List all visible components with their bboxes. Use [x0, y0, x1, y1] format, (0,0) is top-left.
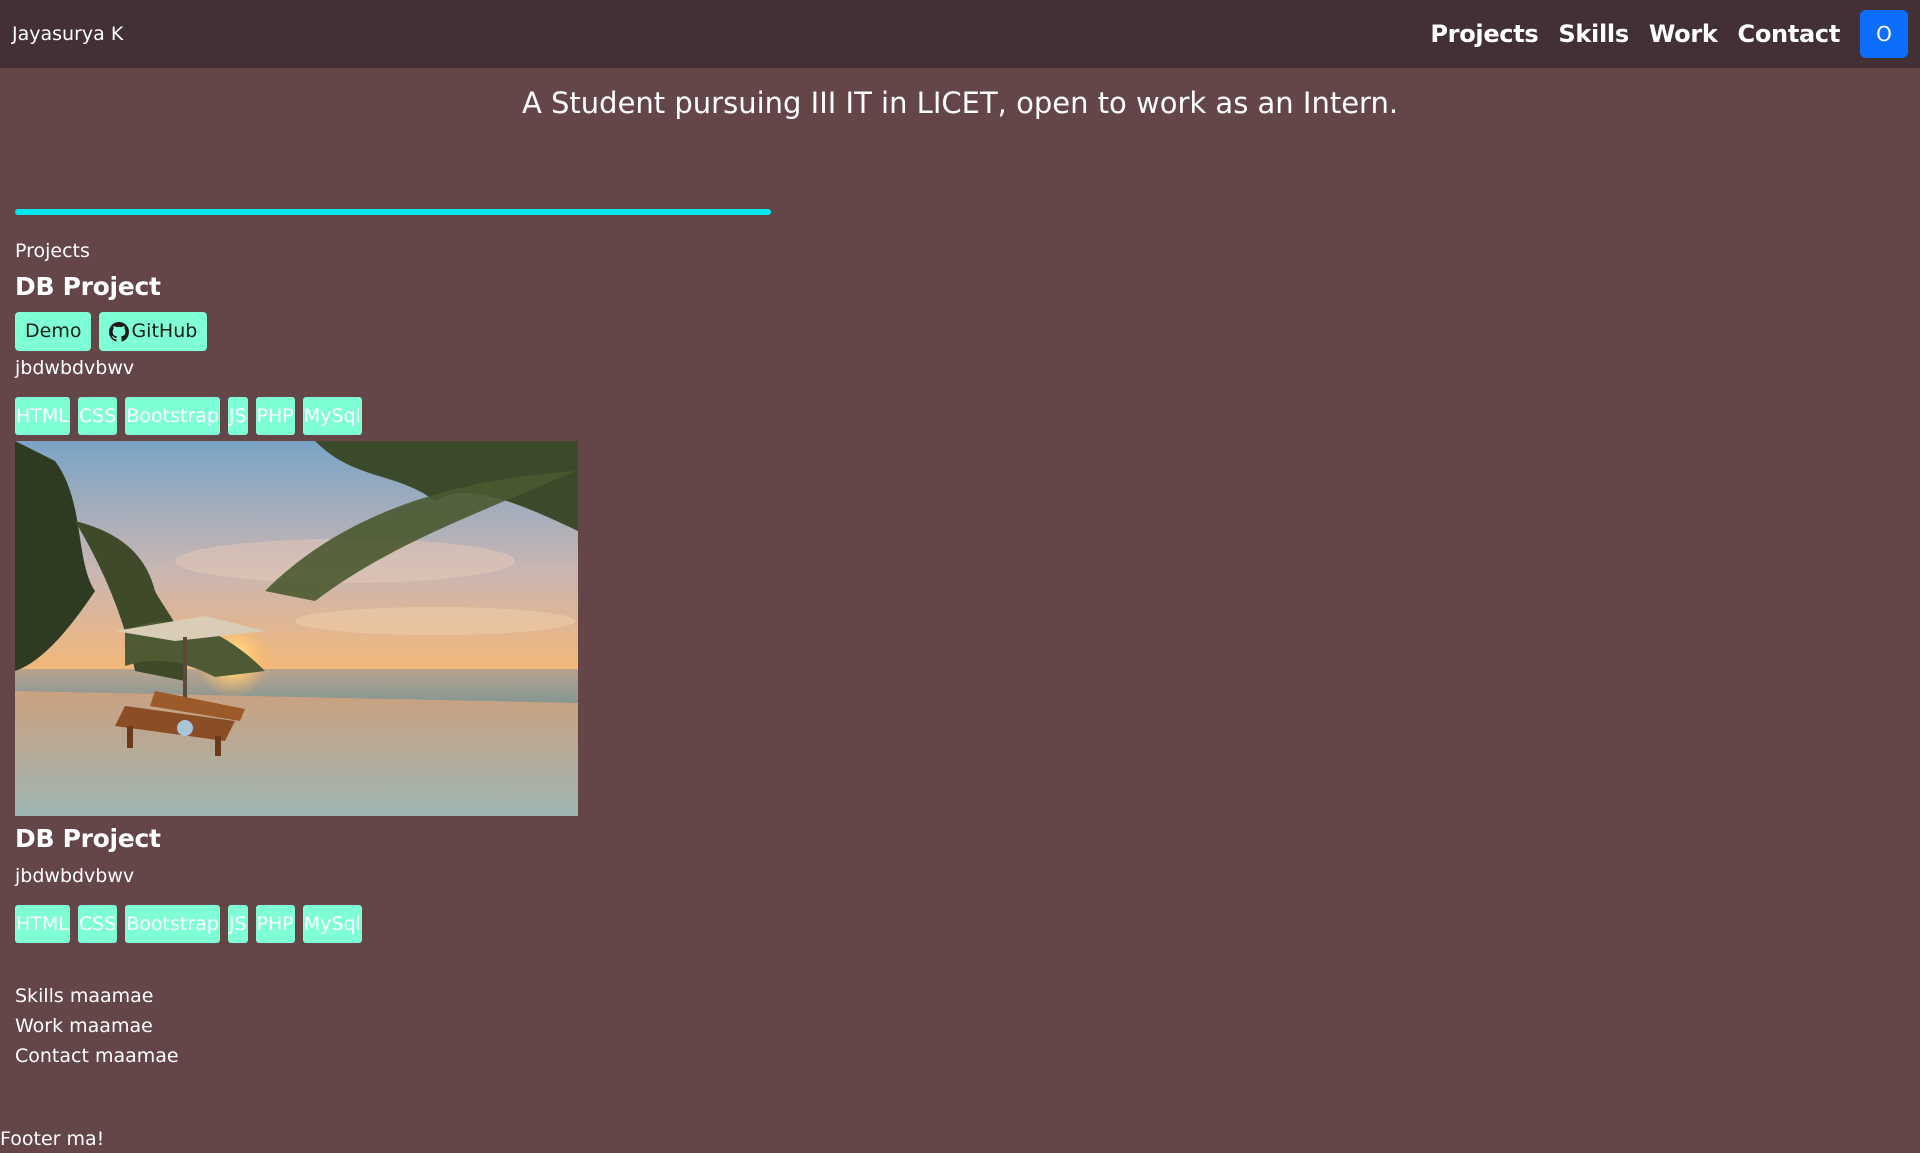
tech-tag-mysql: MySql: [302, 397, 362, 435]
github-button-label: GitHub: [131, 320, 198, 342]
nav-link-skills[interactable]: Skills: [1558, 20, 1629, 48]
main-content: Projects DB Project Demo GitHub jbdwbdvb…: [15, 238, 1215, 1071]
tech-tag-bootstrap: Bootstrap: [125, 397, 220, 435]
nav-link-projects[interactable]: Projects: [1430, 20, 1538, 48]
tech-tag-css: CSS: [77, 905, 118, 943]
github-icon: [109, 321, 130, 342]
project-description: jbdwbdvbwv: [15, 357, 135, 379]
work-section-text: Work maamae: [15, 1015, 153, 1037]
skills-section-text: Skills maamae: [15, 985, 154, 1007]
nav-link-contact[interactable]: Contact: [1738, 20, 1841, 48]
nav-link-work[interactable]: Work: [1649, 20, 1718, 48]
navbar: Jayasurya K Projects Skills Work Contact…: [0, 0, 1920, 68]
beach-sunset-photo: [15, 441, 578, 816]
tech-tag-js: JS: [227, 397, 248, 435]
demo-button[interactable]: Demo: [15, 312, 92, 351]
projects-section-label: Projects: [15, 240, 90, 262]
project-actions: Demo GitHub: [15, 312, 1215, 351]
footer-text: Footer ma!: [0, 1128, 105, 1150]
tech-tag-bootstrap: Bootstrap: [125, 905, 220, 943]
accent-divider: [15, 209, 771, 215]
project-title: DB Project: [15, 272, 161, 301]
other-sections: Skills maamae Work maamae Contact maamae: [15, 981, 1215, 1071]
tech-tag-html: HTML: [15, 905, 70, 943]
contact-section-text: Contact maamae: [15, 1045, 179, 1067]
nav-links: Projects Skills Work Contact O: [1430, 0, 1908, 68]
brand-name[interactable]: Jayasurya K: [12, 0, 123, 68]
tech-tag-php: PHP: [255, 905, 295, 943]
tech-tag-php: PHP: [255, 397, 295, 435]
github-button[interactable]: GitHub: [99, 312, 208, 351]
nav-toggle-button[interactable]: O: [1860, 10, 1908, 58]
project-description-secondary: jbdwbdvbwv: [15, 865, 135, 887]
project-title-secondary: DB Project: [15, 824, 161, 853]
tech-tags: HTML CSS Bootstrap JS PHP MySql: [15, 397, 1215, 435]
tech-tag-mysql: MySql: [302, 905, 362, 943]
demo-button-label: Demo: [25, 320, 82, 342]
tech-tags-secondary: HTML CSS Bootstrap JS PHP MySql: [15, 905, 1215, 943]
hero-tagline: A Student pursuing III IT in LICET, open…: [521, 86, 1399, 120]
tech-tag-js: JS: [227, 905, 248, 943]
tech-tag-css: CSS: [77, 397, 118, 435]
tech-tag-html: HTML: [15, 397, 70, 435]
